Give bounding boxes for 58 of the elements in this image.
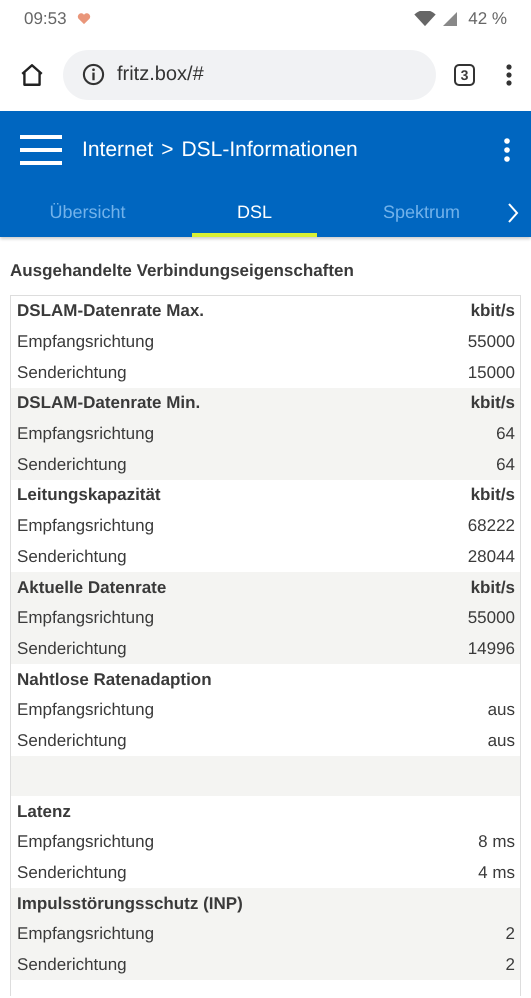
row-value: 4 ms bbox=[478, 863, 515, 884]
unit-label: kbit/s bbox=[470, 301, 515, 322]
row-label: Senderichtung bbox=[17, 362, 127, 383]
row-label: Senderichtung bbox=[17, 454, 127, 475]
row-value: 14996 bbox=[468, 638, 515, 659]
wifi-icon bbox=[414, 11, 436, 27]
row-label: Empfangsrichtung bbox=[17, 608, 154, 628]
row-value: 55000 bbox=[468, 608, 515, 628]
row-label: Empfangsrichtung bbox=[17, 924, 154, 944]
more-options-icon[interactable] bbox=[503, 138, 511, 162]
row-label: Senderichtung bbox=[17, 546, 127, 567]
row-label: Empfangsrichtung bbox=[17, 832, 154, 852]
row-value: 68222 bbox=[468, 516, 515, 536]
row-label: Senderichtung bbox=[17, 863, 127, 884]
row-label: Empfangsrichtung bbox=[17, 516, 154, 536]
url-text: fritz.box/# bbox=[117, 63, 204, 86]
row-value: 64 bbox=[496, 454, 515, 475]
group-heading: Impulsstörungsschutz (INP) bbox=[17, 894, 243, 914]
row-value: 2 bbox=[506, 924, 515, 944]
row-value: 15000 bbox=[468, 362, 515, 383]
row-label: Empfangsrichtung bbox=[17, 424, 154, 444]
info-icon bbox=[82, 63, 105, 86]
chevron-right-icon[interactable] bbox=[507, 202, 519, 224]
row-label: Empfangsrichtung bbox=[17, 700, 154, 720]
more-options-icon[interactable] bbox=[505, 62, 513, 86]
page-title: DSL-Informationen bbox=[181, 138, 358, 162]
breadcrumb-link[interactable]: Internet bbox=[82, 138, 154, 162]
group-heading: Aktuelle Datenrate bbox=[17, 578, 166, 598]
row-value: 2 bbox=[506, 955, 515, 976]
heart-icon bbox=[76, 13, 91, 25]
row-value: 8 ms bbox=[478, 832, 515, 852]
group-heading: DSLAM-Datenrate Min. bbox=[17, 393, 200, 414]
group-heading: Latenz bbox=[17, 802, 71, 822]
home-icon[interactable] bbox=[19, 62, 45, 88]
address-bar[interactable]: fritz.box/# bbox=[63, 50, 436, 100]
row-label: Senderichtung bbox=[17, 955, 127, 976]
breadcrumb-separator: > bbox=[161, 138, 174, 162]
row-label: Empfangsrichtung bbox=[17, 332, 154, 352]
tab-count-button[interactable]: 3 bbox=[454, 64, 475, 86]
row-label: Senderichtung bbox=[17, 730, 127, 751]
unit-label: kbit/s bbox=[470, 485, 515, 506]
section-title: Ausgehandelte Verbindungseigenschaften bbox=[9, 260, 355, 282]
menu-icon[interactable] bbox=[20, 135, 62, 165]
unit-label: kbit/s bbox=[470, 393, 515, 414]
row-value: 64 bbox=[496, 424, 515, 444]
row-value: aus bbox=[488, 730, 515, 751]
row-label: Senderichtung bbox=[17, 638, 127, 659]
group-heading: Nahtlose Ratenadaption bbox=[17, 670, 212, 690]
battery-level: 42 % bbox=[468, 9, 507, 29]
row-value: 28044 bbox=[468, 546, 515, 567]
tab[interactable]: DSL bbox=[192, 189, 317, 237]
clock-time: 09:53 bbox=[24, 9, 67, 29]
group-heading: DSLAM-Datenrate Max. bbox=[17, 301, 204, 322]
cell-signal-icon bbox=[442, 11, 458, 27]
unit-label: kbit/s bbox=[470, 578, 515, 598]
group-heading: Leitungskapazität bbox=[17, 485, 161, 506]
row-value: aus bbox=[488, 700, 515, 720]
row-value: 55000 bbox=[468, 332, 515, 352]
